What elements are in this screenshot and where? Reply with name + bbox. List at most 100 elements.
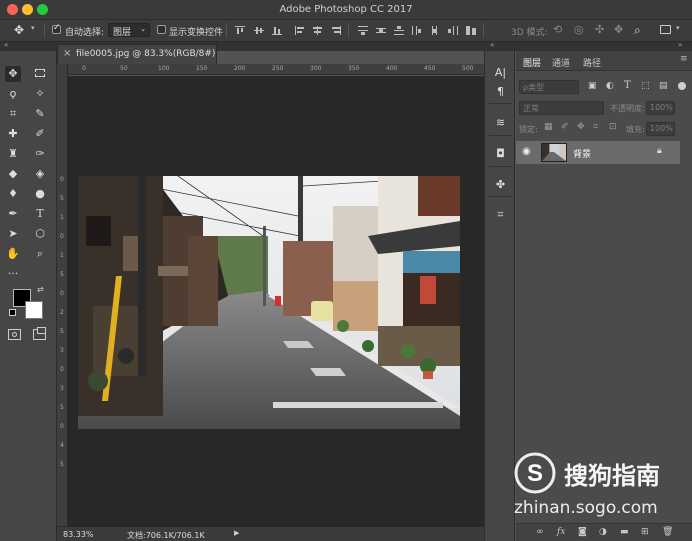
distribute-bottom-icon[interactable] — [394, 26, 404, 35]
screen-mode-icon[interactable] — [33, 327, 46, 340]
collapse-left-icon[interactable]: « — [4, 41, 8, 49]
workspace-dropdown-icon[interactable]: ▾ — [676, 24, 680, 32]
distribute-left-icon[interactable] — [412, 26, 422, 35]
lock-artboard-icon[interactable]: ⌗ — [593, 122, 598, 132]
lock-position-icon[interactable]: ✥ — [577, 122, 585, 132]
history-brush-tool-icon[interactable]: ✑ — [32, 146, 48, 162]
add-mask-icon[interactable]: ◙ — [578, 527, 587, 537]
tab-layers[interactable]: 图层 — [523, 56, 541, 69]
filter-pixel-icon[interactable]: ▣ — [588, 81, 597, 91]
distribute-right-icon[interactable] — [448, 26, 458, 35]
pen-tool-icon[interactable]: ✒ — [5, 206, 21, 222]
background-color-swatch[interactable] — [25, 301, 43, 319]
filter-shape-icon[interactable]: ⬚ — [641, 81, 650, 91]
magic-wand-tool-icon[interactable]: ✧ — [32, 86, 48, 102]
filter-adjustment-icon[interactable]: ◐ — [606, 81, 614, 91]
delete-layer-icon[interactable]: 🗑︎ — [662, 527, 673, 537]
vertical-ruler: 0510150253035045 — [57, 64, 68, 526]
ruler-tick-label: 1 — [60, 252, 64, 259]
crop-tool-icon[interactable]: ⌗ — [5, 106, 21, 122]
paragraph-panel-icon[interactable]: ¶ — [493, 84, 508, 99]
more-tools-icon[interactable]: ··· — [5, 266, 21, 282]
eraser-tool-icon[interactable]: ◆ — [5, 166, 21, 182]
new-layer-icon[interactable]: ⊞ — [641, 527, 649, 537]
new-group-icon[interactable]: ▬ — [620, 527, 629, 537]
swatches-panel-icon[interactable]: ✤ — [493, 177, 508, 192]
close-tab-icon[interactable]: × — [63, 48, 71, 59]
align-top-icon[interactable] — [235, 26, 245, 35]
layer-row[interactable]: ◉ 背景 🔒︎ — [516, 141, 680, 164]
zoom-level[interactable]: 83.33% — [63, 530, 94, 539]
default-colors-icon[interactable] — [9, 309, 16, 316]
auto-align-icon[interactable] — [466, 26, 476, 35]
align-right-icon[interactable] — [331, 26, 341, 35]
adjustment-layer-icon[interactable]: ◑ — [599, 527, 607, 537]
move-tool-icon[interactable]: ✥ — [14, 23, 24, 37]
align-left-icon[interactable] — [295, 26, 305, 35]
opacity-input[interactable]: 100% — [646, 101, 675, 115]
filter-smartobject-icon[interactable]: ▤ — [659, 81, 668, 91]
quick-mask-icon[interactable] — [8, 329, 21, 340]
fx-icon[interactable]: fx — [557, 527, 565, 537]
distribute-top-icon[interactable] — [358, 26, 368, 35]
3d-orbit-icon[interactable]: ⟲ — [553, 23, 562, 36]
zoom-tool-icon[interactable]: ⌕ — [32, 246, 48, 262]
visibility-eye-icon[interactable]: ◉ — [522, 146, 531, 157]
lock-transparent-icon[interactable]: ▦ — [544, 122, 553, 132]
lock-all-icon[interactable]: ⊡ — [609, 122, 617, 132]
blend-mode-select[interactable]: 正常 — [519, 101, 604, 115]
lock-brush-icon[interactable]: ✐ — [561, 122, 569, 132]
collapse-right-icon[interactable]: » — [678, 41, 682, 49]
type-tool-icon[interactable]: T — [32, 206, 48, 222]
3d-roll-icon[interactable]: ◎ — [574, 23, 584, 36]
link-layers-icon[interactable]: ∞ — [536, 527, 544, 537]
fill-input[interactable]: 100% — [646, 122, 675, 136]
blur-tool-icon[interactable]: ♦ — [5, 186, 21, 202]
swap-colors-icon[interactable]: ⇄ — [37, 285, 44, 294]
align-bottom-icon[interactable] — [272, 26, 282, 35]
lasso-tool-icon[interactable]: ϙ — [5, 86, 21, 102]
distribute-vcenter-icon[interactable] — [376, 26, 386, 35]
show-transform-checkbox[interactable] — [157, 25, 166, 35]
tool-preset-dropdown-icon[interactable]: ▾ — [31, 24, 35, 32]
document-tab[interactable]: × file0005.jpg @ 83.3%(RGB/8#) — [57, 44, 217, 64]
clone-stamp-tool-icon[interactable]: ♜ — [5, 146, 21, 162]
shape-tool-icon[interactable]: ⬡ — [32, 226, 48, 242]
status-arrow-icon[interactable]: ▶ — [234, 529, 239, 537]
brush-tool-icon[interactable]: ✐ — [32, 126, 48, 142]
distribute-hcenter-icon[interactable] — [430, 26, 440, 35]
healing-brush-tool-icon[interactable]: ✚ — [5, 126, 21, 142]
3d-slide-icon[interactable]: ✥ — [614, 23, 623, 36]
auto-select-value: 图层 — [113, 28, 132, 38]
filter-toggle-icon[interactable] — [678, 82, 686, 90]
move-tool-icon[interactable]: ✥ — [5, 66, 21, 82]
search-icon[interactable]: ⌕ — [634, 23, 641, 38]
tab-paths[interactable]: 路径 — [583, 56, 601, 69]
path-selection-tool-icon[interactable]: ➤ — [5, 226, 21, 242]
filter-type-icon[interactable]: T — [624, 80, 631, 91]
workspace-icon[interactable] — [660, 25, 671, 34]
paint-bucket-tool-icon[interactable]: ◈ — [32, 166, 48, 182]
eyedropper-tool-icon[interactable]: ✎ — [32, 106, 48, 122]
panel-menu-icon[interactable]: ≡ — [680, 54, 688, 64]
align-hcenter-icon[interactable] — [313, 26, 323, 35]
character-panel-icon[interactable]: A| — [493, 65, 508, 80]
dodge-tool-icon[interactable]: ● — [32, 186, 48, 202]
info-panel-icon[interactable]: ◘ — [493, 146, 508, 161]
auto-select-checkbox[interactable] — [52, 23, 61, 35]
crop-panel-icon[interactable]: ⌗ — [493, 207, 508, 222]
divider — [489, 196, 512, 197]
hand-tool-icon[interactable]: ✋ — [5, 246, 21, 262]
ruler-tick-label: 0 — [60, 423, 64, 430]
collapse-mid-icon[interactable]: « — [490, 41, 494, 49]
watermark-url: zhinan.sogo.com — [514, 498, 658, 518]
document-image[interactable] — [78, 176, 460, 429]
tab-channels[interactable]: 通道 — [552, 56, 570, 69]
ruler-tick-label: 0 — [60, 366, 64, 373]
marquee-tool-icon[interactable] — [32, 66, 48, 82]
auto-select-dropdown[interactable]: 图层 ⌄ — [108, 23, 150, 38]
layers-panel-icon[interactable]: ≋ — [493, 115, 508, 130]
align-vcenter-icon[interactable] — [254, 26, 264, 35]
3d-pan-icon[interactable]: ✣ — [595, 23, 604, 36]
layer-filter-select[interactable]: ρ类型 — [519, 80, 579, 94]
